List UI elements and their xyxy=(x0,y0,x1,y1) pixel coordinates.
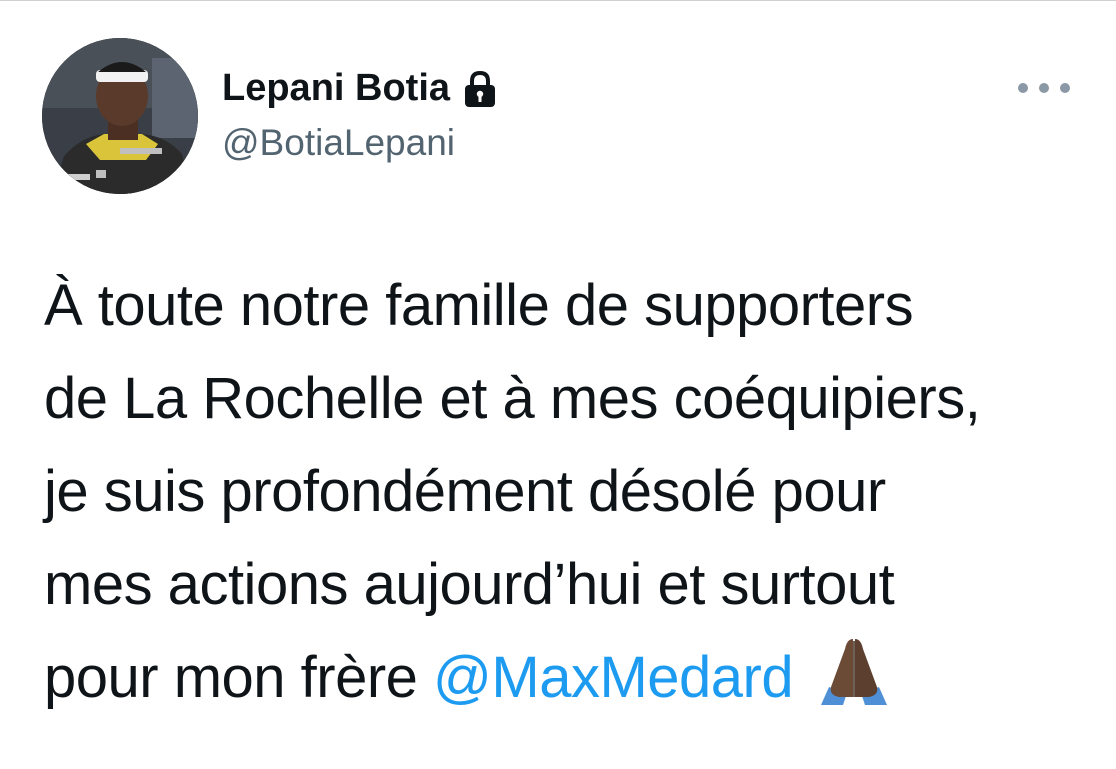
more-horizontal-icon xyxy=(1060,83,1070,93)
tweet-line: je suis profondément désolé pour xyxy=(44,459,886,524)
more-horizontal-icon xyxy=(1039,83,1049,93)
tweet-card: Lepani Botia @BotiaLepani À toute notre … xyxy=(0,0,1116,769)
avatar-photo xyxy=(42,38,198,194)
tweet-line-prefix: pour mon frère xyxy=(44,645,434,710)
author-handle[interactable]: @BotiaLepani xyxy=(222,122,455,164)
tweet-line: de La Rochelle et à mes coéquipiers, xyxy=(44,366,981,431)
tweet-line: À toute notre famille de supporters xyxy=(44,273,914,338)
avatar[interactable] xyxy=(42,38,198,194)
tweet-text: À toute notre famille de supporters de L… xyxy=(44,259,1104,724)
mention-link[interactable]: @MaxMedard xyxy=(433,645,794,710)
author-display-name[interactable]: Lepani Botia xyxy=(222,67,450,110)
author-name-row[interactable]: Lepani Botia xyxy=(222,67,498,110)
tweet-line: mes actions aujourd’hui et surtout xyxy=(44,552,895,617)
tweet-line-last: pour mon frère @MaxMedard xyxy=(44,631,1104,724)
lock-icon xyxy=(465,70,496,107)
more-horizontal-icon xyxy=(1018,83,1028,93)
more-options-button[interactable] xyxy=(1018,73,1070,103)
folded-hands-emoji xyxy=(821,639,888,705)
